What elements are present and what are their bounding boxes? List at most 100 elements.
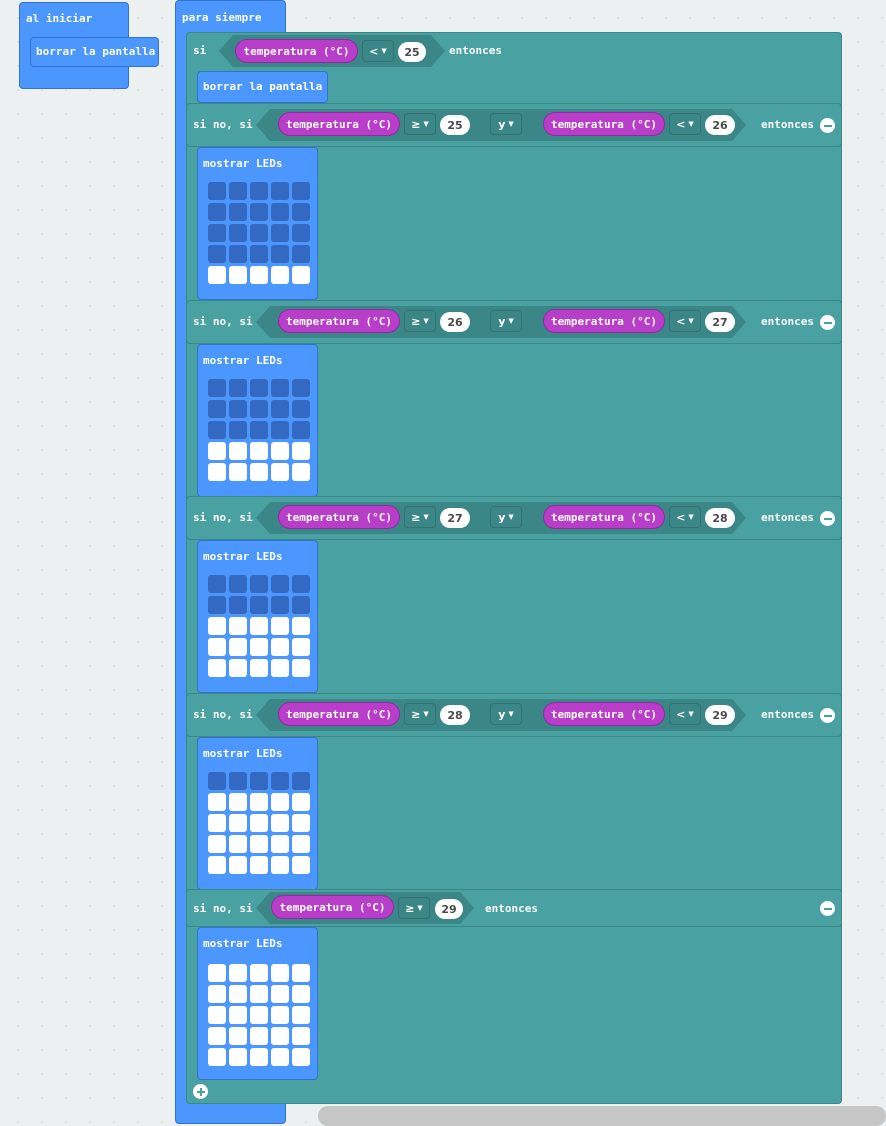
led-cell[interactable]	[271, 421, 289, 439]
led-cell[interactable]	[271, 1027, 289, 1045]
led-cell[interactable]	[250, 203, 268, 221]
led-cell[interactable]	[250, 245, 268, 263]
led-cell[interactable]	[208, 835, 226, 853]
led-cell[interactable]	[292, 182, 310, 200]
plus-icon[interactable]	[193, 1084, 208, 1099]
led-cell[interactable]	[271, 266, 289, 284]
operator-dropdown[interactable]: < ▼	[669, 113, 701, 135]
led-cell[interactable]	[292, 793, 310, 811]
led-cell[interactable]	[292, 985, 310, 1003]
number-input[interactable]: 27	[705, 312, 735, 332]
led-cell[interactable]	[271, 814, 289, 832]
temperature-reporter[interactable]: temperatura (°C)	[543, 112, 665, 136]
led-cell[interactable]	[292, 835, 310, 853]
led-cell[interactable]	[229, 659, 247, 677]
led-cell[interactable]	[292, 266, 310, 284]
led-cell[interactable]	[229, 1027, 247, 1045]
led-cell[interactable]	[250, 266, 268, 284]
led-cell[interactable]	[292, 617, 310, 635]
led-cell[interactable]	[250, 463, 268, 481]
logic-dropdown[interactable]: y ▼	[490, 703, 522, 725]
led-cell[interactable]	[271, 772, 289, 790]
led-cell[interactable]	[229, 463, 247, 481]
minus-icon[interactable]	[820, 118, 835, 133]
minus-icon[interactable]	[820, 511, 835, 526]
led-cell[interactable]	[229, 203, 247, 221]
led-cell[interactable]	[250, 224, 268, 242]
led-cell[interactable]	[208, 856, 226, 874]
led-cell[interactable]	[229, 985, 247, 1003]
number-input[interactable]: 25	[398, 42, 426, 62]
temperature-reporter[interactable]: temperatura (°C)	[278, 309, 400, 333]
operator-dropdown[interactable]: ≥ ▼	[398, 897, 430, 919]
led-cell[interactable]	[271, 203, 289, 221]
led-cell[interactable]	[250, 596, 268, 614]
temperature-reporter[interactable]: temperatura (°C)	[278, 702, 400, 726]
led-cell[interactable]	[271, 1048, 289, 1066]
led-cell[interactable]	[292, 856, 310, 874]
temperature-reporter[interactable]: temperatura (°C)	[271, 895, 394, 919]
led-cell[interactable]	[208, 245, 226, 263]
led-cell[interactable]	[250, 617, 268, 635]
led-cell[interactable]	[229, 856, 247, 874]
led-grid[interactable]	[208, 182, 310, 284]
number-input[interactable]: 27	[440, 508, 470, 528]
operator-dropdown[interactable]: ≥ ▼	[404, 506, 436, 528]
led-cell[interactable]	[292, 964, 310, 982]
led-cell[interactable]	[250, 1048, 268, 1066]
led-cell[interactable]	[271, 245, 289, 263]
led-cell[interactable]	[250, 835, 268, 853]
number-input[interactable]: 29	[705, 705, 735, 725]
operator-dropdown[interactable]: < ▼	[362, 40, 394, 62]
led-cell[interactable]	[292, 245, 310, 263]
led-cell[interactable]	[250, 400, 268, 418]
led-cell[interactable]	[229, 575, 247, 593]
operator-dropdown[interactable]: < ▼	[669, 703, 701, 725]
temperature-reporter[interactable]: temperatura (°C)	[543, 505, 665, 529]
led-cell[interactable]	[229, 400, 247, 418]
led-cell[interactable]	[229, 835, 247, 853]
led-cell[interactable]	[229, 421, 247, 439]
led-cell[interactable]	[250, 1027, 268, 1045]
led-cell[interactable]	[271, 985, 289, 1003]
minus-icon[interactable]	[820, 901, 835, 916]
led-cell[interactable]	[292, 203, 310, 221]
led-cell[interactable]	[271, 856, 289, 874]
led-cell[interactable]	[271, 224, 289, 242]
led-cell[interactable]	[229, 266, 247, 284]
led-grid[interactable]	[208, 964, 310, 1066]
led-cell[interactable]	[271, 617, 289, 635]
led-cell[interactable]	[292, 421, 310, 439]
led-cell[interactable]	[292, 659, 310, 677]
minus-icon[interactable]	[820, 315, 835, 330]
led-cell[interactable]	[271, 575, 289, 593]
led-cell[interactable]	[292, 224, 310, 242]
led-cell[interactable]	[292, 442, 310, 460]
led-cell[interactable]	[229, 224, 247, 242]
led-cell[interactable]	[271, 182, 289, 200]
led-cell[interactable]	[250, 964, 268, 982]
led-cell[interactable]	[250, 421, 268, 439]
led-cell[interactable]	[229, 1048, 247, 1066]
led-cell[interactable]	[250, 985, 268, 1003]
led-cell[interactable]	[208, 1006, 226, 1024]
led-cell[interactable]	[271, 793, 289, 811]
operator-dropdown[interactable]: ≥ ▼	[404, 310, 436, 332]
led-cell[interactable]	[250, 182, 268, 200]
led-cell[interactable]	[208, 224, 226, 242]
led-cell[interactable]	[271, 596, 289, 614]
temperature-reporter[interactable]: temperatura (°C)	[543, 702, 665, 726]
led-grid[interactable]	[208, 379, 310, 481]
led-cell[interactable]	[208, 638, 226, 656]
led-cell[interactable]	[250, 856, 268, 874]
led-cell[interactable]	[271, 400, 289, 418]
number-input[interactable]: 25	[440, 115, 470, 135]
led-cell[interactable]	[271, 638, 289, 656]
led-cell[interactable]	[229, 245, 247, 263]
temperature-reporter[interactable]: temperatura (°C)	[278, 112, 400, 136]
led-cell[interactable]	[250, 814, 268, 832]
led-cell[interactable]	[229, 442, 247, 460]
led-cell[interactable]	[208, 575, 226, 593]
led-cell[interactable]	[292, 638, 310, 656]
led-cell[interactable]	[229, 638, 247, 656]
